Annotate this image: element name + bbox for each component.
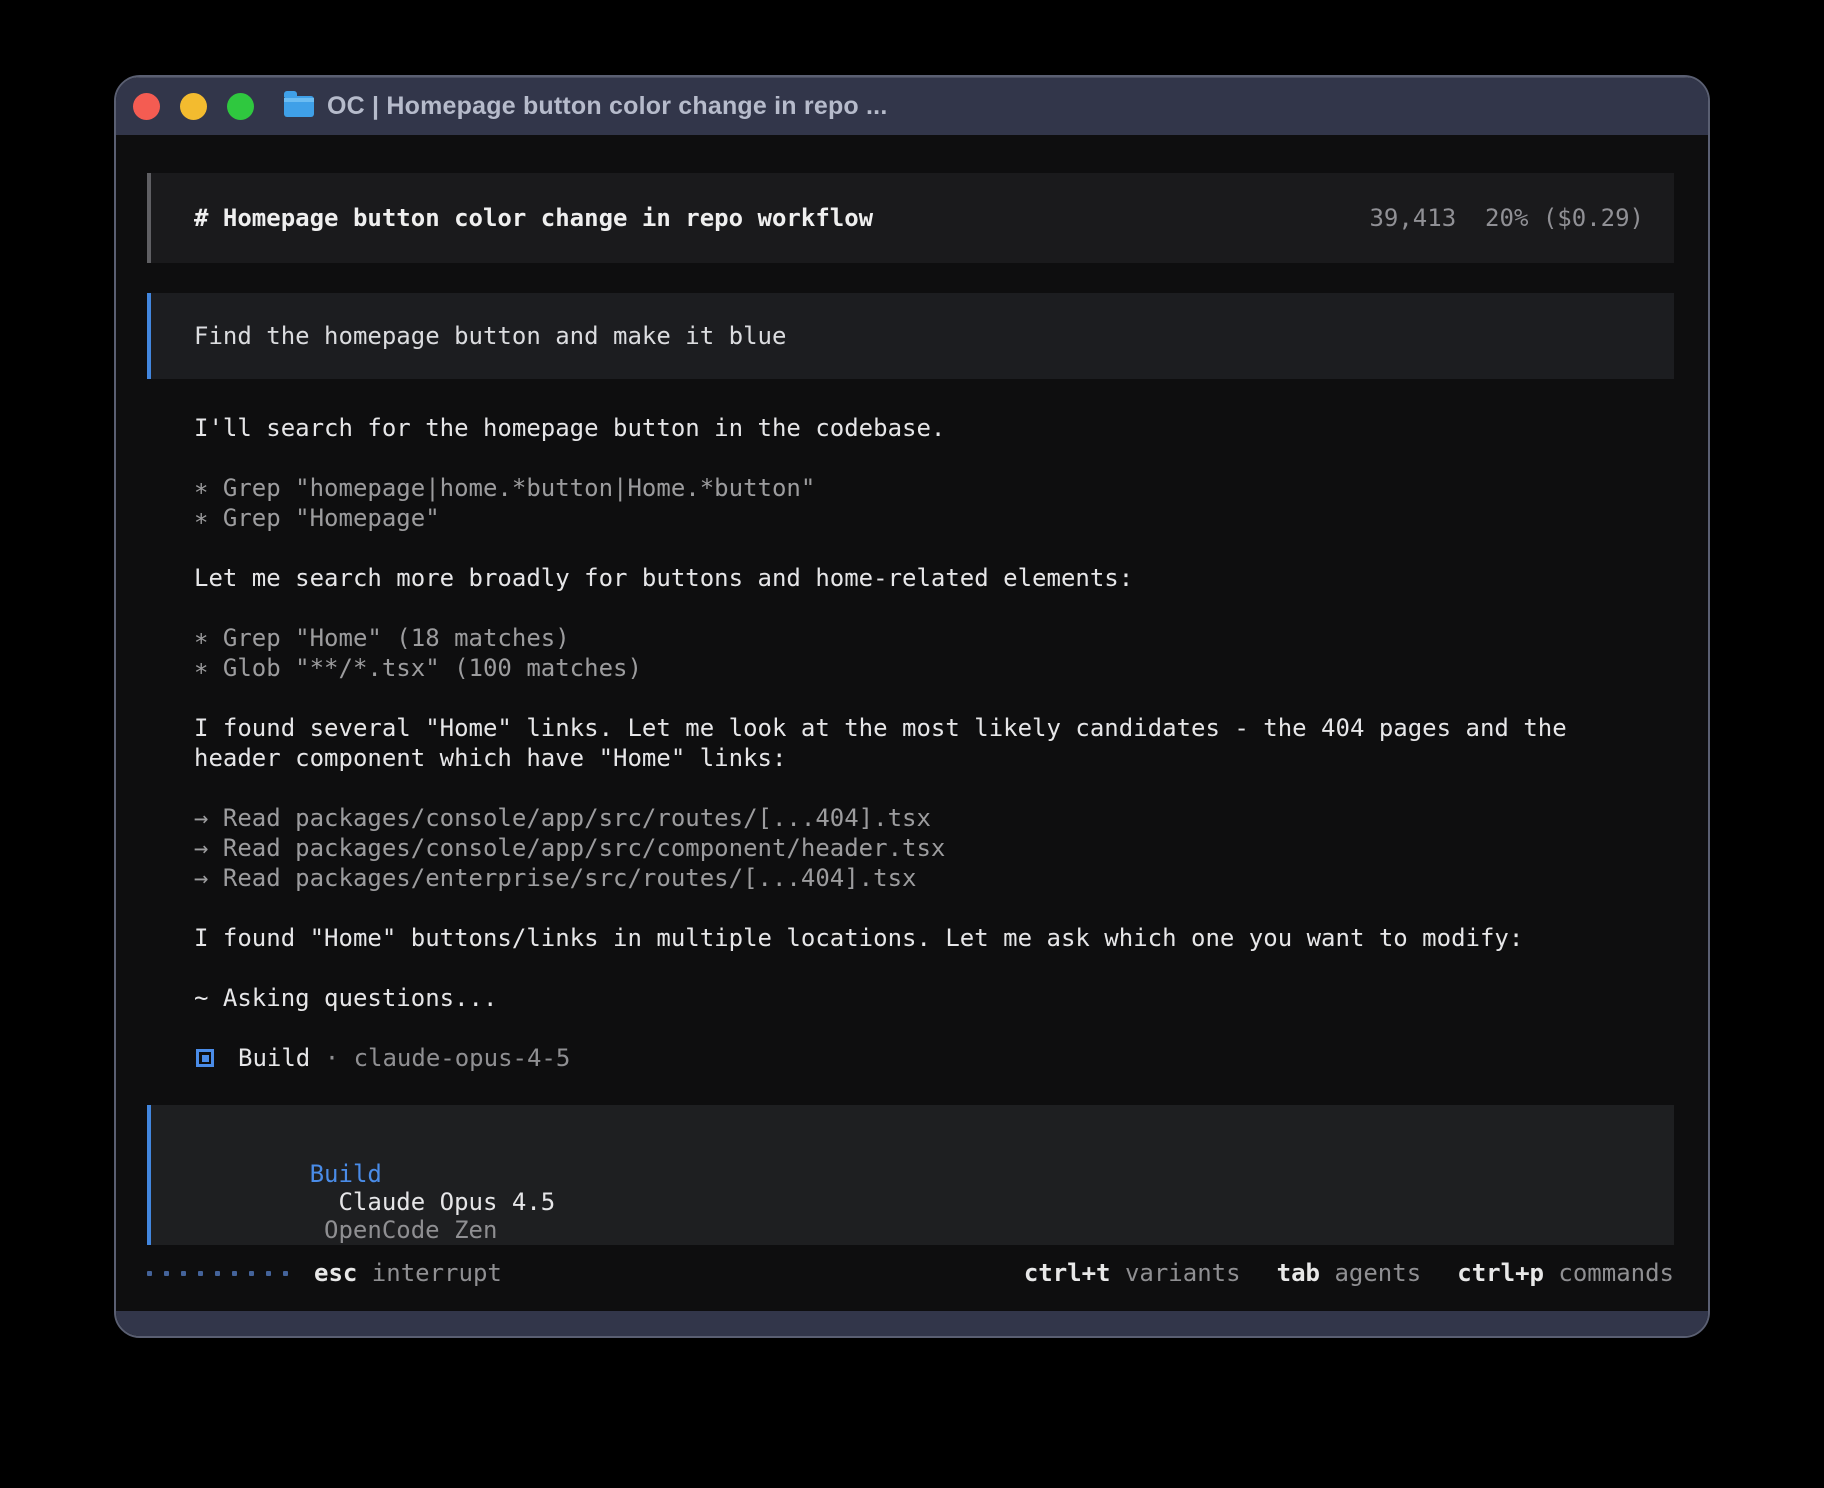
- session-cost: ($0.29): [1543, 204, 1644, 232]
- transcript-line: [194, 533, 1674, 563]
- folder-icon: [284, 96, 314, 117]
- tool-call-line: ∗ Glob "**/*.tsx" (100 matches): [194, 653, 1674, 683]
- status-left: esc interrupt: [147, 1259, 502, 1287]
- tool-call-line: → Read packages/console/app/src/componen…: [194, 833, 1674, 863]
- status-right: ctrl+tvariants tabagents ctrl+pcommands: [1024, 1259, 1674, 1287]
- input-footer: Build Claude Opus 4.5 OpenCode Zen: [194, 1132, 1644, 1272]
- transcript-line: [194, 683, 1674, 713]
- footer-agent-name[interactable]: Build: [310, 1160, 382, 1188]
- transcript-line: [194, 1013, 1674, 1043]
- session-title: # Homepage button color change in repo w…: [194, 204, 873, 232]
- tool-call-line: → Read packages/enterprise/src/routes/[.…: [194, 863, 1674, 893]
- commands-shortcut[interactable]: ctrl+pcommands: [1457, 1259, 1674, 1287]
- interrupt-label: interrupt: [372, 1259, 502, 1287]
- transcript-line: I'll search for the homepage button in t…: [194, 413, 1674, 443]
- esc-key-hint[interactable]: esc: [314, 1259, 357, 1287]
- agents-shortcut[interactable]: tabagents: [1277, 1259, 1422, 1287]
- prompt-input[interactable]: Build Claude Opus 4.5 OpenCode Zen: [147, 1105, 1674, 1245]
- transcript-line: ~ Asking questions...: [194, 983, 1674, 1013]
- user-message-text: Find the homepage button and make it blu…: [194, 322, 786, 350]
- agent-build-icon: [196, 1049, 214, 1067]
- transcript-line: header component which have "Home" links…: [194, 743, 1674, 773]
- window-title: OC | Homepage button color change in rep…: [327, 92, 887, 121]
- agent-name: Build: [238, 1044, 310, 1072]
- transcript-line: [194, 443, 1674, 473]
- variants-shortcut[interactable]: ctrl+tvariants: [1024, 1259, 1241, 1287]
- transcript-line: Let me search more broadly for buttons a…: [194, 563, 1674, 593]
- transcript-line: [194, 953, 1674, 983]
- working-spinner-dots: [147, 1271, 288, 1276]
- session-stats: 39,413 20% ($0.29): [1369, 204, 1644, 232]
- transcript-line: I found several "Home" links. Let me loo…: [194, 713, 1674, 743]
- agent-model: claude-opus-4-5: [354, 1044, 571, 1072]
- transcript-line: [194, 893, 1674, 923]
- context-percent: 20%: [1485, 204, 1528, 232]
- terminal-window: OC | Homepage button color change in rep…: [114, 75, 1710, 1338]
- transcript-line: I found "Home" buttons/links in multiple…: [194, 923, 1674, 953]
- minimize-button[interactable]: [180, 93, 207, 120]
- tool-call-line: ∗ Grep "homepage|home.*button|Home.*butt…: [194, 473, 1674, 503]
- tool-call-line: ∗ Grep "Home" (18 matches): [194, 623, 1674, 653]
- transcript-line: [194, 773, 1674, 803]
- footer-model-name[interactable]: Claude Opus 4.5: [338, 1188, 555, 1216]
- close-button[interactable]: [133, 93, 160, 120]
- agent-status-row: Build · claude-opus-4-5: [194, 1043, 1674, 1073]
- tool-call-line: → Read packages/console/app/src/routes/[…: [194, 803, 1674, 833]
- terminal-content: # Homepage button color change in repo w…: [116, 135, 1708, 1311]
- transcript-line: [194, 593, 1674, 623]
- footer-provider-name: OpenCode Zen: [324, 1216, 497, 1244]
- token-count: 39,413: [1369, 204, 1456, 232]
- assistant-transcript: I'll search for the homepage button in t…: [194, 413, 1674, 1043]
- tool-call-line: ∗ Grep "Homepage": [194, 503, 1674, 533]
- window-titlebar[interactable]: OC | Homepage button color change in rep…: [116, 77, 1708, 135]
- session-header: # Homepage button color change in repo w…: [147, 173, 1674, 263]
- user-message: Find the homepage button and make it blu…: [147, 293, 1674, 379]
- zoom-button[interactable]: [227, 93, 254, 120]
- window-bottom-strip: [116, 1311, 1708, 1336]
- traffic-lights: [133, 93, 254, 120]
- agent-separator: ·: [325, 1044, 339, 1072]
